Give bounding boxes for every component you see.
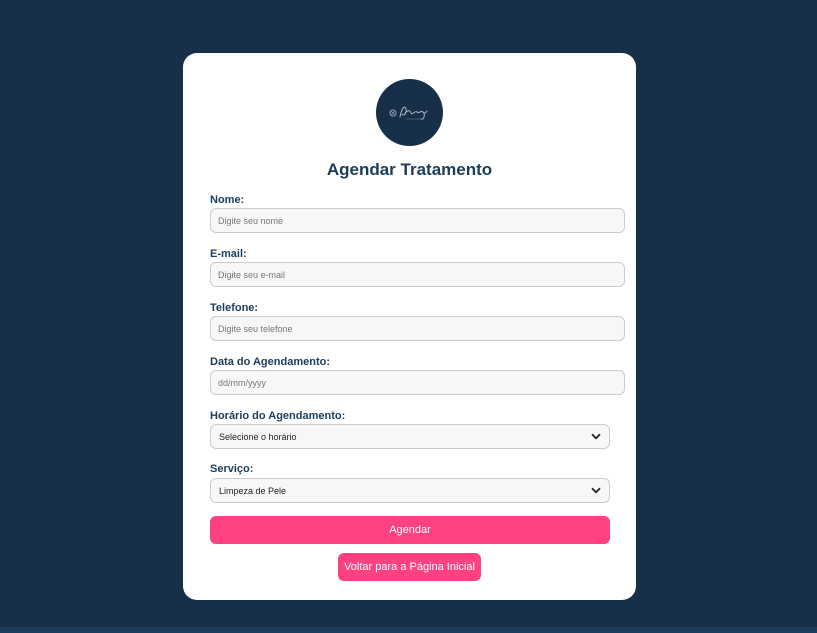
appointment-card: Agendar Tratamento Nome: E-mail: Telefon…: [183, 53, 636, 600]
email-label: E-mail:: [210, 248, 247, 260]
time-select-value: Selecione o horário: [219, 431, 297, 442]
brand-logo: [376, 79, 443, 146]
phone-input[interactable]: [210, 316, 625, 341]
time-label: Horário do Agendamento:: [210, 410, 346, 422]
name-input[interactable]: [210, 208, 625, 233]
service-label: Serviço:: [210, 463, 254, 475]
service-select[interactable]: Limpeza de Pele: [210, 478, 610, 503]
submit-button[interactable]: Agendar: [210, 516, 610, 544]
back-home-button[interactable]: Voltar para a Página Inicial: [338, 553, 481, 581]
name-label: Nome:: [210, 194, 245, 206]
time-select[interactable]: Selecione o horário: [210, 424, 610, 449]
service-select-value: Limpeza de Pele: [219, 485, 287, 496]
date-label: Data do Agendamento:: [210, 356, 330, 368]
chevron-down-icon: [591, 487, 601, 494]
page-title: Agendar Tratamento: [326, 160, 493, 179]
email-input[interactable]: [210, 262, 625, 287]
footer-strip: [0, 627, 817, 633]
brand-logo-icon: [388, 106, 427, 120]
chevron-down-icon: [591, 433, 601, 440]
date-input[interactable]: [210, 370, 625, 395]
phone-label: Telefone:: [210, 302, 259, 314]
